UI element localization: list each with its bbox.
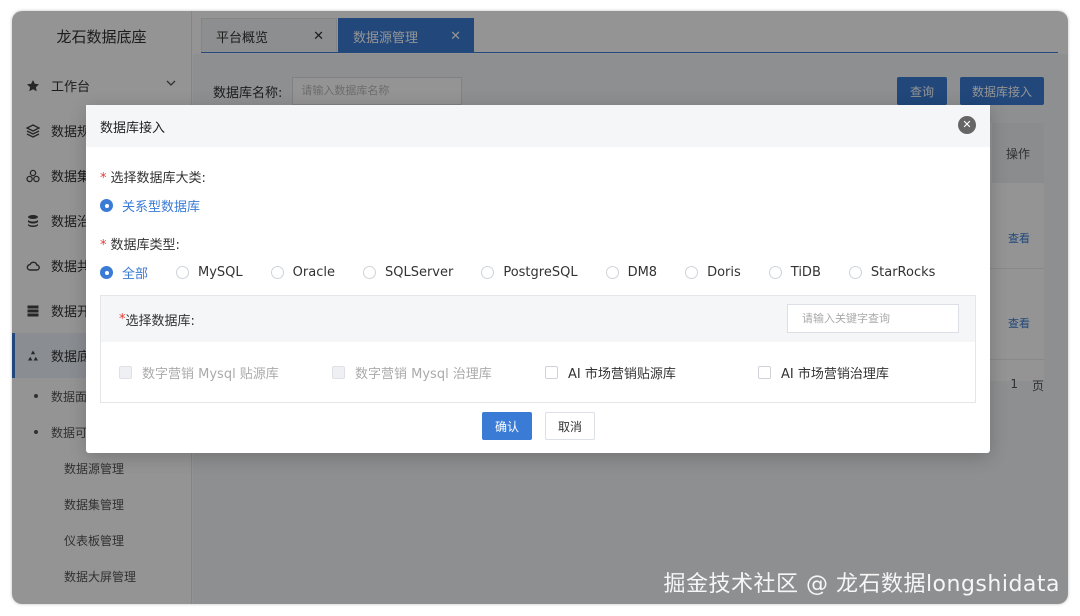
- radio-circle: [270, 266, 284, 279]
- checkbox-db-0[interactable]: 数字营销 Mysql 贴源库: [119, 363, 332, 382]
- radio-type-postgresql[interactable]: PostgreSQL: [481, 265, 578, 280]
- radio-type-sqlserver[interactable]: SQLServer: [362, 265, 454, 280]
- type-radio-group: 全部 MySQL Oracle SQLServer PostgreSQL DM8…: [100, 263, 963, 282]
- select-database-panel: * 选择数据库: 请输入关键字查询 数字营销 Mysql 贴源库 数字营销 Mys…: [100, 295, 976, 403]
- radio-type-mysql[interactable]: MySQL: [176, 265, 243, 280]
- keyword-search-input[interactable]: 请输入关键字查询: [787, 304, 959, 333]
- database-checkbox-list: 数字营销 Mysql 贴源库 数字营销 Mysql 治理库 AI 市场营销贴源库…: [101, 342, 975, 402]
- radio-circle: [100, 199, 113, 212]
- radio-label: SQLServer: [384, 265, 454, 280]
- type-label-text: 数据库类型:: [110, 238, 180, 253]
- radio-type-tidb[interactable]: TiDB: [768, 265, 821, 280]
- radio-relational-db[interactable]: 关系型数据库: [100, 196, 200, 215]
- select-database-label: 选择数据库:: [125, 313, 195, 329]
- type-label: * 数据库类型:: [100, 234, 180, 253]
- radio-type-dm8[interactable]: DM8: [605, 265, 658, 280]
- radio-type-oracle[interactable]: Oracle: [270, 265, 335, 280]
- close-icon[interactable]: ✕: [958, 116, 976, 134]
- required-mark: *: [100, 238, 107, 253]
- radio-label: PostgreSQL: [503, 265, 578, 280]
- watermark-text: 掘金技术社区 @ 龙石数据longshidata: [663, 572, 1060, 597]
- checkbox-db-2[interactable]: AI 市场营销贴源库: [545, 363, 758, 382]
- checkbox-box: [545, 365, 558, 379]
- radio-label: StarRocks: [870, 265, 936, 280]
- database-access-dialog: 数据库接入 ✕ * 选择数据库大类: 关系型数据库 * 数据库类型: 全部 MySQ…: [86, 105, 990, 453]
- radio-label: Doris: [707, 265, 741, 280]
- checkbox-label: AI 市场营销治理库: [781, 366, 889, 382]
- checkbox-box: [119, 365, 132, 379]
- radio-circle: [605, 266, 619, 279]
- checkbox-label: AI 市场营销贴源库: [568, 366, 676, 382]
- radio-type-starrocks[interactable]: StarRocks: [848, 265, 936, 280]
- required-mark: *: [100, 171, 107, 186]
- radio-label: 关系型数据库: [122, 200, 201, 215]
- dialog-title: 数据库接入: [100, 120, 166, 136]
- category-label-text: 选择数据库大类:: [110, 171, 206, 186]
- radio-label: TiDB: [790, 265, 821, 280]
- category-label: * 选择数据库大类:: [100, 167, 206, 186]
- radio-label: Oracle: [292, 265, 335, 280]
- cancel-button[interactable]: 取消: [545, 412, 595, 440]
- checkbox-box: [758, 365, 771, 379]
- radio-circle: [768, 266, 782, 279]
- checkbox-box: [332, 365, 345, 379]
- checkbox-label: 数字营销 Mysql 治理库: [355, 366, 492, 382]
- checkbox-label: 数字营销 Mysql 贴源库: [142, 366, 279, 382]
- radio-type-doris[interactable]: Doris: [685, 265, 741, 280]
- radio-circle: [481, 266, 495, 279]
- radio-circle: [176, 266, 190, 279]
- checkbox-db-1[interactable]: 数字营销 Mysql 治理库: [332, 363, 545, 382]
- radio-label: MySQL: [198, 265, 243, 280]
- category-radio-group: 关系型数据库: [100, 196, 228, 215]
- radio-label: 全部: [122, 267, 149, 282]
- confirm-button[interactable]: 确认: [482, 412, 532, 440]
- radio-label: DM8: [627, 265, 658, 280]
- radio-type-all[interactable]: 全部: [100, 263, 148, 282]
- checkbox-db-3[interactable]: AI 市场营销治理库: [758, 363, 971, 382]
- dialog-header: 数据库接入 ✕: [86, 105, 990, 147]
- radio-circle: [362, 266, 376, 279]
- select-database-header: * 选择数据库: 请输入关键字查询: [101, 296, 975, 342]
- radio-circle: [100, 266, 113, 279]
- radio-circle: [685, 266, 699, 279]
- radio-circle: [848, 266, 862, 279]
